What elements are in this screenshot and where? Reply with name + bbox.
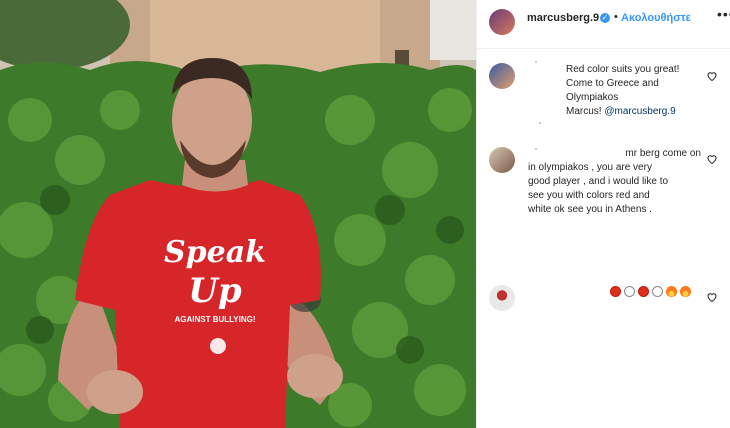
- heart-icon[interactable]: [706, 153, 718, 165]
- comment-line: good player , and i would like to: [528, 176, 669, 187]
- shirt-line-3: AGAINST BULLYING!: [174, 315, 255, 324]
- emoji-comment: [610, 284, 691, 298]
- heart-icon[interactable]: [706, 70, 718, 82]
- comment-line: Marcus! @marcusberg.9: [566, 105, 706, 119]
- commenter-avatar[interactable]: [489, 285, 515, 311]
- shirt-line-1: Speak: [164, 235, 266, 270]
- separator-dot: •: [614, 11, 618, 23]
- heart-icon[interactable]: [706, 291, 718, 303]
- more-options-icon[interactable]: •••: [717, 6, 730, 22]
- comment-text: in olympiakos , you are very good player…: [528, 161, 698, 217]
- post-image[interactable]: Speak Up AGAINST BULLYING!: [0, 0, 476, 428]
- comment-text: mr berg come on: [531, 147, 701, 161]
- comment-line: Come to Greece and Olympiakos: [566, 78, 659, 103]
- comment-text-span: Marcus!: [566, 106, 605, 117]
- hidden-username-mark: [535, 61, 537, 63]
- fire-icon: [680, 285, 691, 297]
- comment-line: Red color suits you great!: [566, 64, 680, 75]
- fire-icon: [666, 285, 677, 297]
- commenter-avatar[interactable]: [489, 147, 515, 173]
- author-avatar[interactable]: [489, 9, 515, 35]
- hidden-meta-mark: [539, 122, 541, 124]
- post-photo: Speak Up AGAINST BULLYING!: [0, 0, 476, 428]
- mention-link[interactable]: @marcusberg.9: [604, 106, 675, 117]
- post-header: marcusberg.9 ✓ • Ακολουθήστε •••: [477, 0, 730, 49]
- comment-line: in olympiakos , you are very: [528, 162, 652, 173]
- verified-badge-icon: ✓: [600, 13, 610, 23]
- comment-line: white ok see you in Athens .: [528, 204, 652, 215]
- follow-button[interactable]: Ακολουθήστε: [621, 12, 691, 24]
- comment-text: Red color suits you great! Come to Greec…: [566, 63, 706, 119]
- comments-panel: marcusberg.9 ✓ • Ακολουθήστε ••• Red col…: [476, 0, 730, 428]
- shirt-line-2: Up: [188, 271, 242, 311]
- author-username[interactable]: marcusberg.9: [527, 12, 599, 24]
- white-circle-icon: [652, 285, 663, 297]
- comment-line: see you with colors red and: [528, 190, 650, 201]
- commenter-avatar[interactable]: [489, 63, 515, 89]
- red-circle-icon: [638, 285, 649, 297]
- red-circle-icon: [610, 285, 621, 297]
- white-circle-icon: [624, 285, 635, 297]
- comment-line: mr berg come on: [625, 148, 701, 159]
